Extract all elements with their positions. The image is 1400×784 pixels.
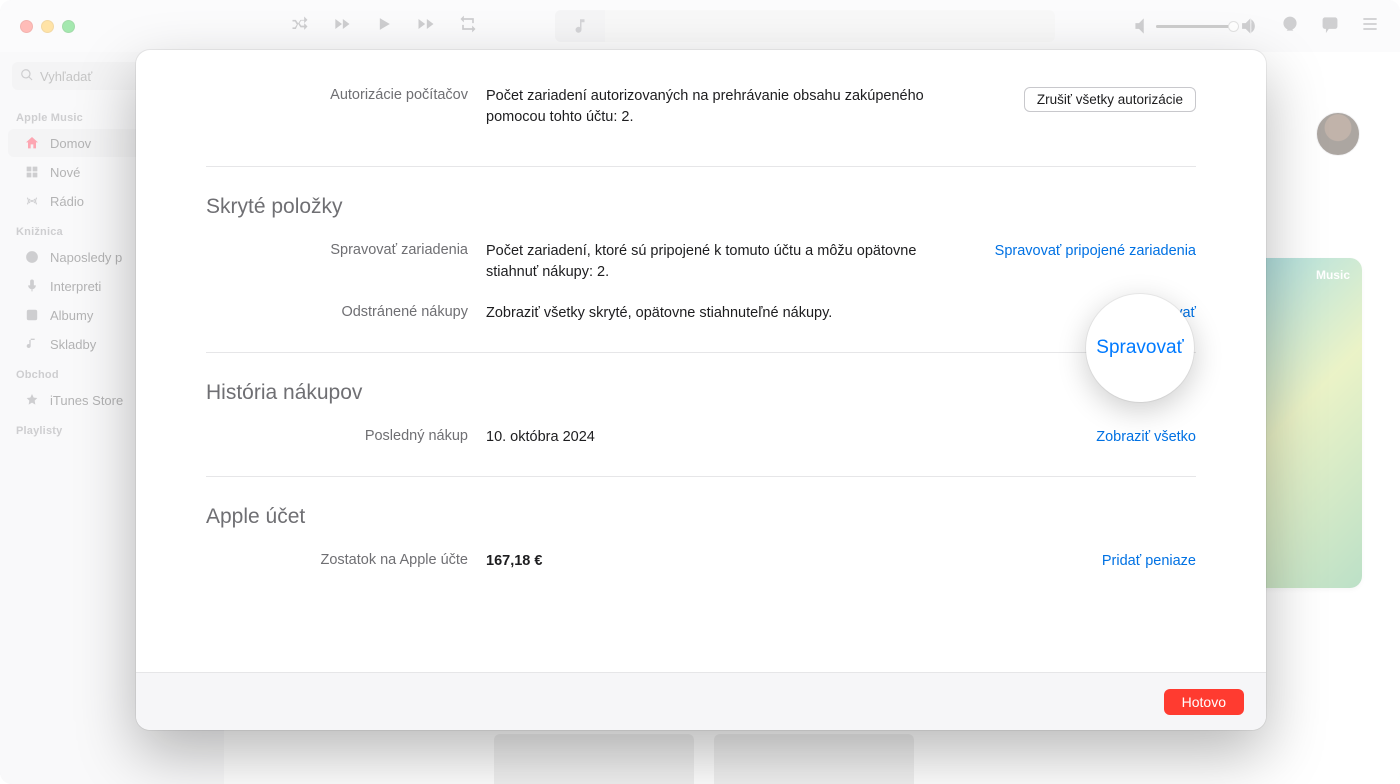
star-icon [24, 392, 40, 408]
app-window: Apple Music Domov Nové Rádio Knižnica Na… [0, 0, 1400, 784]
row-apple-balance: Zostatok na Apple účte 167,18 € Pridať p… [206, 541, 1196, 582]
volume-track[interactable] [1156, 25, 1234, 28]
close-window-button[interactable] [20, 20, 33, 33]
note-icon [24, 336, 40, 352]
row-action: Spravovať pripojené zariadenia [966, 241, 1196, 260]
volume-high-icon [1240, 16, 1260, 36]
section-title-account: Apple účet [206, 477, 1196, 541]
home-icon [24, 135, 40, 151]
row-content: 10. októbra 2024 [486, 427, 966, 448]
sidebar-item-label: Skladby [50, 337, 96, 352]
row-action: Zobraziť všetko [966, 427, 1196, 446]
window-controls [0, 20, 75, 33]
row-computer-authorizations: Autorizácie počítačov Počet zariadení au… [206, 76, 1196, 138]
queue-icon[interactable] [1360, 14, 1380, 39]
sidebar-item-label: Domov [50, 136, 91, 151]
sidebar-item-label: Naposledy p [50, 250, 122, 265]
sidebar-item-label: Nové [50, 165, 80, 180]
clock-icon [24, 249, 40, 265]
row-manage-devices: Spravovať zariadenia Počet zariadení, kt… [206, 231, 1196, 293]
radio-icon [24, 193, 40, 209]
row-content: 167,18 € [486, 551, 966, 572]
sidebar-item-label: Albumy [50, 308, 93, 323]
row-label: Odstránené nákupy [206, 303, 486, 320]
zoom-window-button[interactable] [62, 20, 75, 33]
modal-footer: Hotovo [136, 672, 1266, 730]
add-funds-link[interactable]: Pridať peniaze [1102, 553, 1196, 569]
right-toolbar [1130, 0, 1380, 52]
mic-icon [24, 278, 40, 294]
minimize-window-button[interactable] [41, 20, 54, 33]
row-label: Posledný nákup [206, 427, 486, 444]
done-button[interactable]: Hotovo [1164, 689, 1244, 715]
row-action: Pridať peniaze [966, 551, 1196, 570]
search-icon [20, 68, 34, 85]
row-label: Autorizácie počítačov [206, 86, 486, 103]
content-tiles [494, 734, 914, 784]
music-app-icon [555, 10, 605, 42]
content-tile[interactable] [494, 734, 694, 784]
titlebar [0, 0, 1400, 52]
album-icon [24, 307, 40, 323]
sidebar-item-label: Interpreti [50, 279, 101, 294]
volume-low-icon [1130, 16, 1150, 36]
account-settings-modal: Autorizácie počítačov Počet zariadení au… [136, 50, 1266, 730]
apple-music-promo-card[interactable]: Music [1252, 258, 1362, 588]
section-title-hidden: Skryté položky [206, 167, 1196, 231]
view-all-history-link[interactable]: Zobraziť všetko [1096, 429, 1196, 445]
play-icon[interactable] [374, 14, 394, 39]
row-last-purchase: Posledný nákup 10. októbra 2024 Zobraziť… [206, 417, 1196, 458]
airplay-icon[interactable] [1280, 14, 1300, 39]
callout-highlight: Spravovať [1086, 294, 1194, 402]
previous-icon[interactable] [332, 14, 352, 39]
avatar[interactable] [1316, 112, 1360, 156]
shuffle-icon[interactable] [290, 14, 310, 39]
modal-body: Autorizácie počítačov Počet zariadení au… [136, 50, 1266, 730]
playback-controls [290, 0, 478, 52]
volume-slider[interactable] [1130, 16, 1260, 36]
row-content: Počet zariadení autorizovaných na prehrá… [486, 86, 966, 128]
lyrics-icon[interactable] [1320, 14, 1340, 39]
callout-label: Spravovať [1096, 337, 1183, 359]
manage-connected-devices-link[interactable]: Spravovať pripojené zariadenia [995, 243, 1196, 259]
now-playing-bar[interactable] [555, 10, 1055, 42]
row-content: Počet zariadení, ktoré sú pripojené k to… [486, 241, 966, 283]
deauthorize-all-button[interactable]: Zrušiť všetky autorizácie [1024, 87, 1196, 112]
row-content: Zobraziť všetky skryté, opätovne stiahnu… [486, 303, 966, 324]
section-title-history: História nákupov [206, 353, 1196, 417]
content-tile[interactable] [714, 734, 914, 784]
row-removed-purchases: Odstránené nákupy Zobraziť všetky skryté… [206, 293, 1196, 334]
repeat-icon[interactable] [458, 14, 478, 39]
row-label: Spravovať zariadenia [206, 241, 486, 258]
music-card-label: Music [1316, 268, 1350, 282]
row-label: Zostatok na Apple účte [206, 551, 486, 568]
row-action: Zrušiť všetky autorizácie [966, 86, 1196, 112]
sidebar-item-label: Rádio [50, 194, 84, 209]
next-icon[interactable] [416, 14, 436, 39]
sidebar-item-label: iTunes Store [50, 393, 123, 408]
grid-icon [24, 164, 40, 180]
